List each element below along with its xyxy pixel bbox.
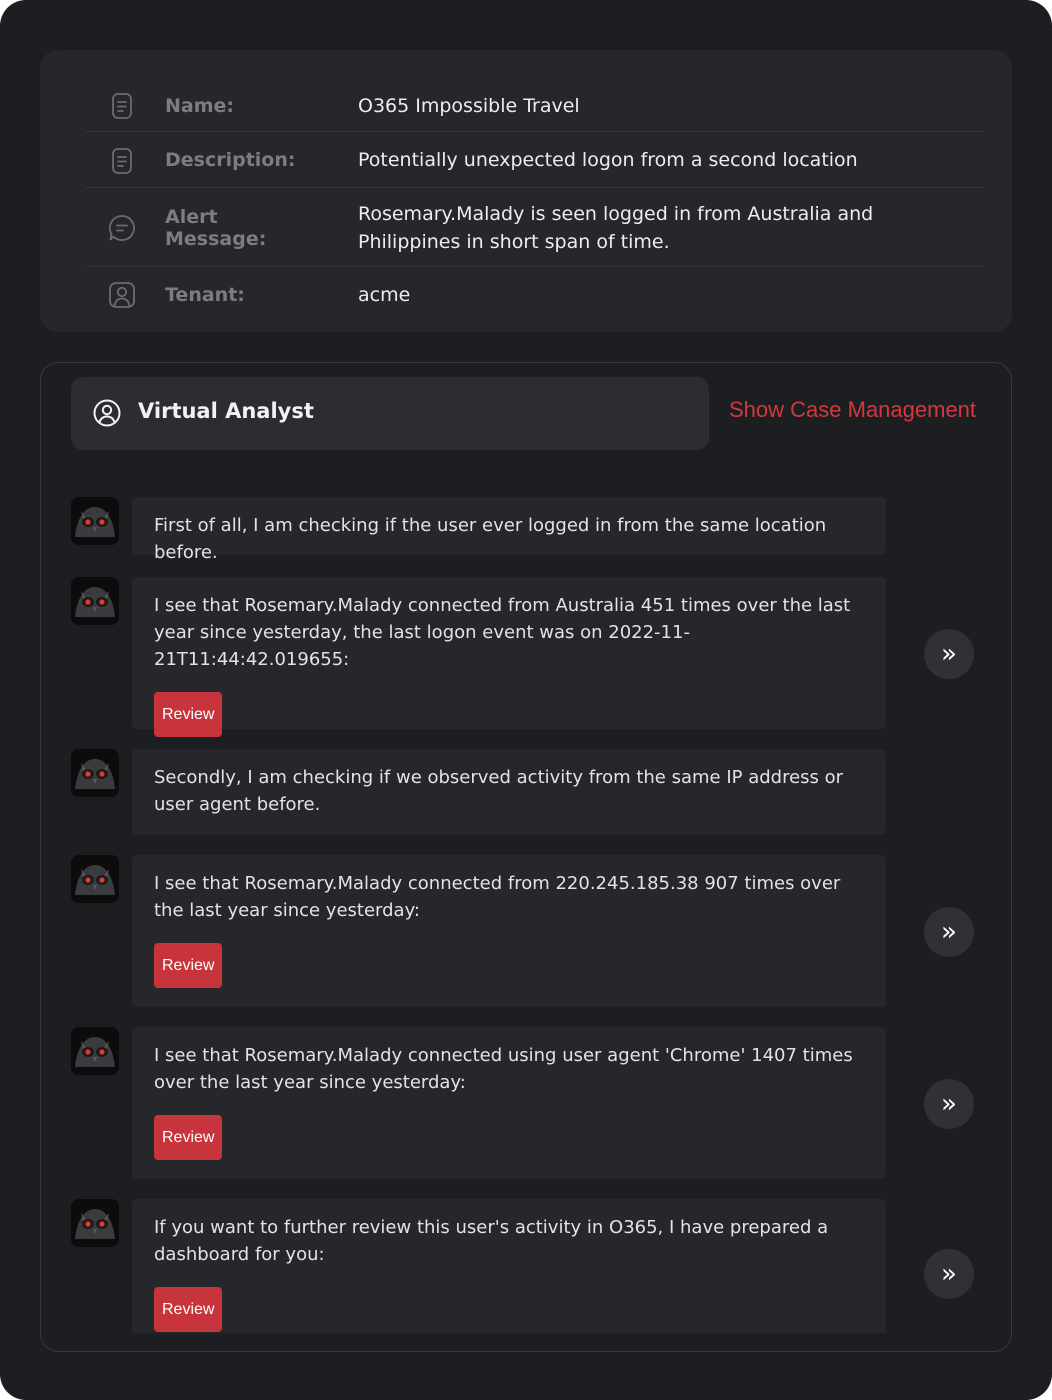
message-bubble: If you want to further review this user'… xyxy=(132,1199,886,1333)
expand-button[interactable]: » xyxy=(924,907,974,957)
message-icon xyxy=(109,215,135,241)
detail-row-name: Name: O365 Impossible Travel xyxy=(85,78,985,132)
detail-value: O365 Impossible Travel xyxy=(358,95,580,117)
review-button[interactable]: Review xyxy=(154,692,223,737)
expand-button[interactable]: » xyxy=(924,1249,974,1299)
app-frame: Name: O365 Impossible Travel Description… xyxy=(0,0,1052,1400)
message-list: First of all, I am checking if the user … xyxy=(41,473,1011,1333)
virtual-analyst-panel: Virtual Analyst Show Case Management Fir… xyxy=(40,362,1012,1352)
show-case-management-link[interactable]: Show Case Management xyxy=(729,397,976,423)
detail-label: Alert Message: xyxy=(165,206,267,250)
avatar xyxy=(71,577,119,625)
document-icon xyxy=(112,93,132,119)
avatar xyxy=(71,1199,119,1247)
virtual-analyst-title: Virtual Analyst xyxy=(138,399,314,423)
user-icon xyxy=(109,282,135,308)
detail-value: Rosemary.Malady is seen logged in from A… xyxy=(358,203,874,253)
detail-label: Description: xyxy=(165,149,296,171)
avatar xyxy=(71,1027,119,1075)
message-text: I see that Rosemary.Malady connected fro… xyxy=(154,873,841,921)
review-button[interactable]: Review xyxy=(154,1115,223,1160)
message-text: If you want to further review this user'… xyxy=(154,1217,829,1265)
review-button[interactable]: Review xyxy=(154,1287,223,1332)
avatar xyxy=(71,855,119,903)
detail-row-tenant: Tenant: acme xyxy=(85,267,985,323)
document-icon xyxy=(112,148,132,174)
detail-row-alert-message: Alert Message: Rosemary.Malady is seen l… xyxy=(85,188,985,267)
detail-row-description: Description: Potentially unexpected logo… xyxy=(85,132,985,188)
detail-label: Tenant: xyxy=(165,284,245,306)
message-bubble: I see that Rosemary.Malady connected fro… xyxy=(132,855,886,1007)
message-text: I see that Rosemary.Malady connected usi… xyxy=(154,1045,853,1093)
expand-button[interactable]: » xyxy=(924,1079,974,1129)
detail-label: Name: xyxy=(165,95,235,117)
avatar xyxy=(71,497,119,545)
message-bubble: I see that Rosemary.Malady connected usi… xyxy=(132,1027,886,1179)
user-circle-icon xyxy=(93,399,121,427)
message-text: Secondly, I am checking if we observed a… xyxy=(154,767,844,815)
message-bubble: I see that Rosemary.Malady connected fro… xyxy=(132,577,886,737)
message-text: I see that Rosemary.Malady connected fro… xyxy=(154,595,851,670)
alert-details-card: Name: O365 Impossible Travel Description… xyxy=(40,50,1012,332)
review-button[interactable]: Review xyxy=(154,943,223,988)
message-text: First of all, I am checking if the user … xyxy=(154,515,827,563)
detail-value: Potentially unexpected logon from a seco… xyxy=(358,149,858,171)
message-bubble: Secondly, I am checking if we observed a… xyxy=(132,749,886,835)
virtual-analyst-header: Virtual Analyst xyxy=(71,377,709,450)
detail-value: acme xyxy=(358,284,411,306)
expand-button[interactable]: » xyxy=(924,629,974,679)
avatar xyxy=(71,749,119,797)
message-bubble: First of all, I am checking if the user … xyxy=(132,497,886,563)
